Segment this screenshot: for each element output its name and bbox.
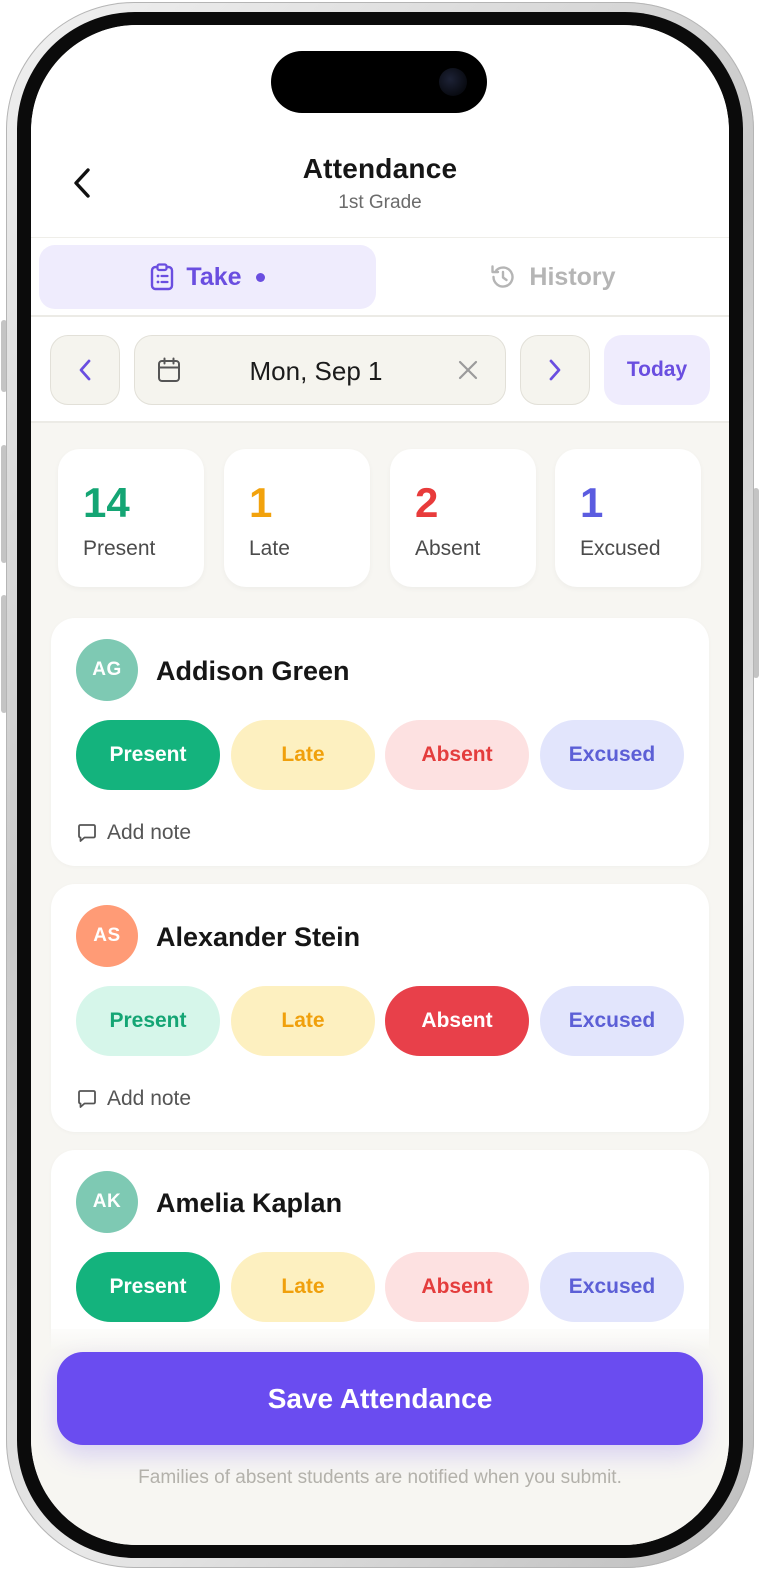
comment-icon: [78, 1090, 96, 1108]
page-title: Attendance: [302, 153, 458, 184]
excused-button[interactable]: Excused: [540, 720, 684, 790]
add-note-button[interactable]: Add note: [76, 1087, 191, 1111]
date-picker-field[interactable]: Mon, Sep 1: [134, 335, 506, 405]
absent-button[interactable]: Absent: [385, 986, 529, 1056]
previous-day-button[interactable]: [50, 335, 120, 405]
late-count: 1: [249, 479, 273, 526]
present-button[interactable]: Present: [76, 986, 220, 1056]
excused-button[interactable]: Excused: [540, 1252, 684, 1322]
present-label: Present: [83, 537, 156, 560]
excused-count: 1: [580, 479, 604, 526]
save-attendance-button[interactable]: Save Attendance: [57, 1352, 703, 1445]
tab-history-label: History: [529, 262, 616, 291]
add-note-button[interactable]: Add note: [76, 821, 191, 845]
student-card: AS Alexander Stein Present Late Absent E…: [51, 884, 709, 1132]
absent-count: 2: [415, 479, 439, 526]
page-subtitle: 1st Grade: [338, 192, 422, 213]
absent-button[interactable]: Absent: [385, 1252, 529, 1322]
absent-label: Absent: [415, 537, 481, 560]
student-name: Amelia Kaplan: [156, 1188, 343, 1218]
selected-date: Mon, Sep 1: [249, 356, 383, 386]
tab-bar: Take History: [31, 237, 729, 317]
history-icon: [491, 265, 515, 288]
chevron-right-icon: [549, 359, 561, 381]
late-button[interactable]: Late: [231, 1252, 375, 1322]
summary-late: 1 Late: [224, 449, 370, 587]
add-note-label: Add note: [107, 1087, 192, 1110]
excused-label: Excused: [580, 537, 661, 560]
late-label: Late: [249, 537, 290, 560]
avatar: AS: [76, 905, 138, 967]
present-button[interactable]: Present: [76, 1252, 220, 1322]
dynamic-island: [271, 51, 487, 113]
avatar: AK: [76, 1171, 138, 1233]
footer-note: Families of absent students are notified…: [138, 1467, 622, 1488]
avatar: AG: [76, 639, 138, 701]
late-button[interactable]: Late: [231, 986, 375, 1056]
student-name: Addison Green: [156, 656, 350, 686]
summary-excused: 1 Excused: [555, 449, 701, 587]
chevron-left-icon: [79, 359, 91, 381]
next-day-button[interactable]: [520, 335, 590, 405]
tab-history[interactable]: History: [384, 245, 721, 309]
date-navigation: Mon, Sep 1 Today: [31, 317, 729, 423]
add-note-label: Add note: [107, 821, 192, 844]
summary-present: 14 Present: [58, 449, 204, 587]
tab-take-label: Take: [186, 262, 242, 291]
present-count: 14: [83, 479, 130, 526]
today-button[interactable]: Today: [604, 335, 710, 405]
student-card: AG Addison Green Present Late Absent Exc…: [51, 618, 709, 866]
tab-take[interactable]: Take: [39, 245, 376, 309]
unsaved-dot: [255, 272, 265, 282]
clipboard-icon: [151, 263, 174, 291]
present-button[interactable]: Present: [76, 720, 220, 790]
app-screen: Attendance 1st Grade Take History Mon, S…: [31, 25, 729, 1545]
clear-date-icon[interactable]: [457, 359, 479, 381]
student-name: Alexander Stein: [156, 922, 361, 952]
comment-icon: [78, 824, 96, 842]
camera-icon: [439, 68, 467, 96]
absent-button[interactable]: Absent: [385, 720, 529, 790]
summary-absent: 2 Absent: [390, 449, 536, 587]
late-button[interactable]: Late: [231, 720, 375, 790]
excused-button[interactable]: Excused: [540, 986, 684, 1056]
